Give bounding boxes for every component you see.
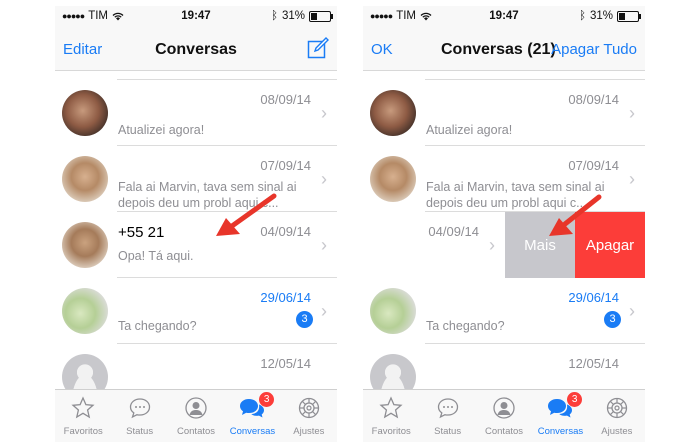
conversation-name: +55 21	[118, 224, 165, 241]
unread-badge: 3	[604, 311, 621, 328]
conversation-row[interactable]: 1	[55, 71, 337, 80]
tab-bar: Favoritos Status Contatos 3 Conversas Aju…	[363, 389, 645, 442]
conversation-preview: Opa! Tá aqui.	[118, 249, 194, 263]
status-bar: ●●●●● TIM 19:47 ᛒ 31%	[55, 6, 337, 26]
phone-screen-left: ●●●●●TIM 19:47 ᛒ31% Editar Conversas 1 0…	[55, 6, 337, 442]
battery-percent: 31%	[589, 10, 613, 22]
conversation-date: 12/05/14	[568, 356, 619, 371]
avatar	[370, 288, 416, 334]
avatar	[370, 156, 416, 202]
swipe-actions: Mais Apagar	[505, 212, 645, 278]
chevron-right-icon: ›	[321, 169, 327, 189]
swiped-row-content: 9-7777 04/09/14 ›	[363, 212, 505, 278]
conversation-date: 29/06/14	[568, 290, 619, 305]
battery-icon	[617, 10, 641, 22]
conversation-row[interactable]: 08/09/14 Atualizei agora! ›	[363, 80, 645, 146]
chevron-right-icon: ›	[489, 235, 495, 255]
conversation-list: 1 08/09/14 Atualizei agora! › 07/09/14 F…	[55, 71, 337, 389]
gear-icon	[298, 397, 319, 419]
contact-icon	[185, 397, 207, 419]
conversation-date: 07/09/14	[568, 158, 619, 173]
conversation-preview: Ta chegando?	[426, 319, 505, 333]
chevron-right-icon: ›	[629, 169, 635, 189]
star-icon	[71, 396, 95, 419]
conversation-row[interactable]: 29/06/14 Ta chegando? 3 ›	[55, 278, 337, 344]
chevron-right-icon: ›	[629, 103, 635, 123]
conversation-row[interactable]: 07/09/14 Fala ai Marvin, tava sem sinal …	[55, 146, 337, 212]
status-bar: ●●●●● TIM 19:47 ᛒ 31%	[363, 6, 645, 26]
avatar	[62, 90, 108, 136]
navigation-bar: OK Conversas (21) Apagar Tudo	[363, 26, 645, 71]
conversation-row[interactable]: 07/09/14 Fala ai Marvin, tava sem sinal …	[363, 146, 645, 212]
chevron-right-icon: ›	[629, 301, 635, 321]
bluetooth-icon: ᛒ	[271, 10, 278, 22]
tab-conversas[interactable]: 3 Conversas	[532, 390, 588, 442]
phone-screen-right: ●●●●● TIM 19:47 ᛒ 31% OK Conversas (21) Ap…	[363, 6, 645, 442]
conversation-date: 07/09/14	[260, 158, 311, 173]
chevron-right-icon: ›	[321, 103, 327, 123]
bluetooth-icon: ᛒ	[579, 10, 586, 22]
unread-badge: 3	[296, 311, 313, 328]
chat-bubble-icon	[437, 398, 458, 419]
star-icon	[379, 396, 403, 419]
tab-bar: Favoritos Status Contatos 3 Conversas Aju…	[55, 389, 337, 442]
conversation-row[interactable]: +55 21 04/09/14 Opa! Tá aqui. ›	[55, 212, 337, 278]
conversation-list: 08/09/14 Atualizei agora! › 07/09/14 Fal…	[363, 71, 645, 389]
tab-contatos[interactable]: Contatos	[168, 390, 224, 442]
conversation-date: 04/09/14	[428, 224, 479, 239]
conversations-badge: 3	[259, 392, 275, 407]
default-avatar-icon	[370, 354, 416, 389]
avatar	[62, 156, 108, 202]
conversation-preview: Fala ai Marvin, tava sem sinal ai depois…	[426, 180, 605, 210]
conversation-date: 29/06/14	[260, 290, 311, 305]
conversation-preview: Atualizei agora!	[118, 123, 205, 137]
more-button[interactable]: Mais	[505, 212, 575, 278]
tab-ajustes[interactable]: Ajustes	[589, 390, 645, 442]
conversations-badge: 3	[567, 392, 583, 407]
tab-favoritos[interactable]: Favoritos	[55, 390, 111, 442]
conversation-row[interactable]: 29/06/14 Ta chegando? 3 ›	[363, 278, 645, 344]
conversation-preview: Atualizei agora!	[426, 123, 513, 137]
ok-button[interactable]: OK	[371, 41, 393, 58]
chevron-right-icon: ›	[321, 235, 327, 255]
conversation-date: 08/09/14	[568, 92, 619, 107]
conversation-date: 04/09/14	[260, 224, 311, 239]
delete-all-button[interactable]: Apagar Tudo	[551, 41, 637, 58]
conversation-preview: Ta chegando?	[118, 319, 197, 333]
tab-favoritos[interactable]: Favoritos	[363, 390, 419, 442]
tab-status[interactable]: Status	[419, 390, 475, 442]
conversation-preview: Fala ai Marvin, tava sem sinal ai depois…	[118, 180, 297, 210]
conversation-row[interactable]	[363, 71, 645, 80]
avatar	[370, 90, 416, 136]
tab-conversas[interactable]: 3 Conversas	[224, 390, 280, 442]
navigation-bar: Editar Conversas	[55, 26, 337, 71]
tab-contatos[interactable]: Contatos	[476, 390, 532, 442]
conversation-date: 08/09/14	[260, 92, 311, 107]
chat-bubble-icon	[129, 398, 150, 419]
conversation-date: 12/05/14	[260, 356, 311, 371]
conversation-row[interactable]: 12/05/14	[55, 344, 337, 389]
battery-icon	[309, 10, 333, 22]
avatar	[62, 288, 108, 334]
conversation-row[interactable]: 08/09/14 Atualizei agora! ›	[55, 80, 337, 146]
chevron-right-icon: ›	[321, 301, 327, 321]
conversation-row[interactable]: 12/05/14	[363, 344, 645, 389]
default-avatar-icon	[62, 354, 108, 389]
delete-button[interactable]: Apagar	[575, 212, 645, 278]
contact-icon	[493, 397, 515, 419]
page-title: Conversas (21)	[441, 41, 556, 58]
battery-percent: 31%	[281, 10, 305, 22]
avatar	[62, 222, 108, 268]
swiped-conversation-row[interactable]: 9-7777 04/09/14 › Mais Apagar	[363, 212, 645, 278]
page-title: Conversas	[155, 41, 237, 58]
gear-icon	[606, 397, 627, 419]
tab-status[interactable]: Status	[111, 390, 167, 442]
compose-icon[interactable]	[307, 37, 329, 59]
tab-ajustes[interactable]: Ajustes	[281, 390, 337, 442]
